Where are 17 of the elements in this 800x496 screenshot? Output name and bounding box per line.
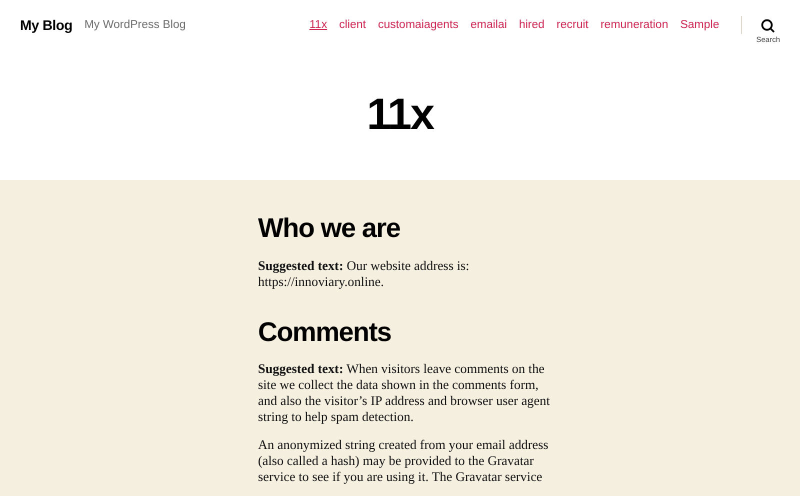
nav-link[interactable]: recruit [556, 19, 588, 31]
nav-link[interactable]: Sample [680, 19, 720, 31]
nav-link[interactable]: 11x [309, 19, 328, 31]
search-icon [761, 18, 776, 32]
page-title: 11x [366, 90, 434, 140]
site-title[interactable]: My Blog [20, 17, 72, 33]
nav-link[interactable]: emailai [470, 19, 507, 31]
nav-link[interactable]: client [339, 19, 366, 31]
section-heading: Who we are [258, 214, 402, 244]
paragraph: Suggested text: When visitors leave comments on the site we collect the data shown in the comments form, and also the visitor’s IP address and browser user agent string to help spam detection. [258, 361, 551, 426]
paragraph: Suggested text: Our website address is: https://innoviary.online. [258, 258, 470, 290]
paragraph: An anonymized string created from your email address (also called a hash) may be provided to the Gravatar service to see if you are using it. The Gravatar service [258, 437, 550, 486]
site-tagline: My WordPress Blog [84, 19, 186, 31]
section-heading: Comments [258, 318, 392, 348]
nav-link[interactable]: hired [518, 19, 545, 31]
nav-link[interactable]: remuneration [600, 19, 668, 31]
nav-link[interactable]: customaiagents [378, 19, 458, 31]
